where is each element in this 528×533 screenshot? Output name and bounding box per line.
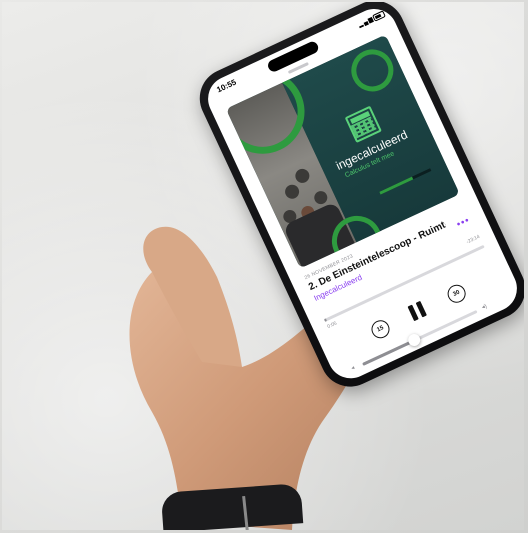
pause-icon-bar-right: [415, 300, 427, 318]
battery-icon: [372, 10, 386, 22]
scrubber-fill: [323, 318, 328, 322]
skip-back-button[interactable]: 15: [368, 317, 393, 342]
remaining-time: -23:14: [465, 233, 481, 246]
skip-back-seconds: 15: [376, 325, 385, 334]
skip-forward-seconds: 30: [452, 289, 461, 298]
status-time: 10:55: [215, 77, 238, 95]
photo: 10:55 ▂▄▆ ingecalculeerd Calculus telt m…: [2, 2, 524, 530]
pause-button[interactable]: [403, 296, 431, 326]
elapsed-time: 0:05: [326, 320, 338, 331]
skip-forward-button[interactable]: 30: [444, 281, 469, 306]
volume-low-icon: ◂: [350, 365, 356, 372]
volume-high-icon: ◂): [480, 303, 488, 312]
volume-knob[interactable]: [405, 332, 422, 349]
